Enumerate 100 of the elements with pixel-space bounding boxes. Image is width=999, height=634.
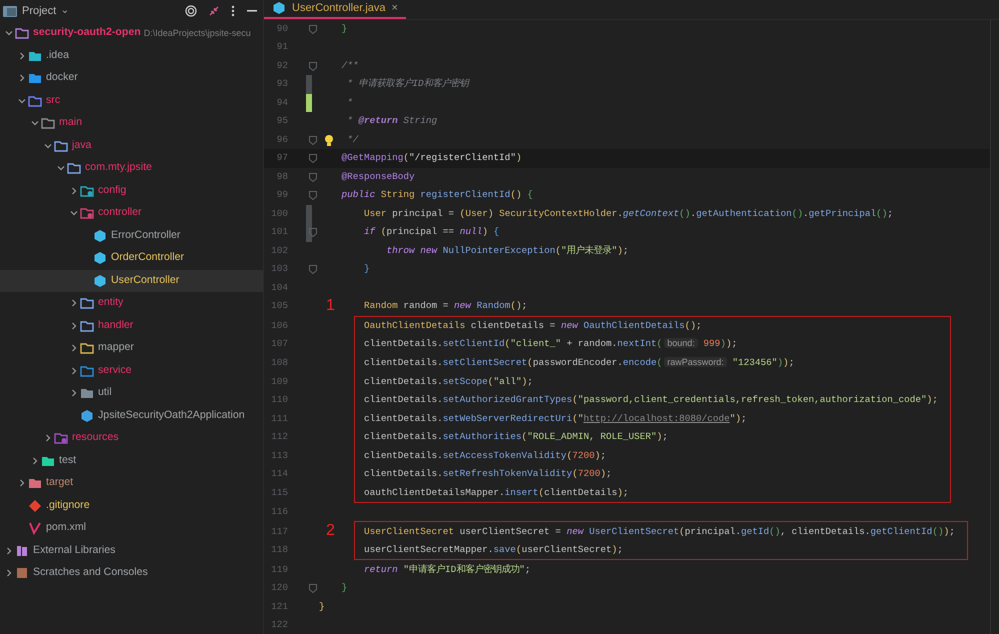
annotation-number: 2 [326, 522, 335, 540]
folder-icon [80, 341, 94, 356]
minimize-icon[interactable] [247, 9, 257, 13]
chevron-down-icon[interactable] [18, 96, 26, 105]
panel-title[interactable]: Project [22, 2, 56, 20]
fold-icon[interactable] [309, 62, 317, 71]
tree-item[interactable]: External Libraries [0, 540, 263, 562]
chevron-right-icon[interactable] [4, 546, 12, 555]
tree-item[interactable]: pom.xml [0, 517, 263, 540]
chevron-right-icon[interactable] [18, 52, 26, 60]
chevron-right-icon[interactable] [44, 434, 52, 442]
chevron-down-icon[interactable] [4, 29, 12, 38]
line-number: 91 [276, 40, 288, 54]
fold-icon[interactable] [309, 154, 317, 164]
line-number: 98 [276, 170, 288, 184]
chevron-right-icon[interactable] [70, 389, 78, 398]
fold-icon[interactable] [309, 191, 317, 200]
caret-icon[interactable]: ⌄ [60, 3, 70, 19]
code-line: throw new NullPointerException("用户未登录"); [386, 244, 629, 258]
line-number: 122 [270, 618, 288, 632]
folder-icon [80, 386, 94, 400]
folder-icon [28, 94, 42, 108]
tree-label: test [59, 452, 76, 468]
tree-label: src [46, 92, 60, 108]
code-line: * 申请获取客户ID和客户密钥 [347, 77, 469, 92]
tree-label: main [59, 115, 82, 130]
tree-label: JpsiteSecurityOath2Application [98, 408, 245, 423]
close-icon[interactable]: × [392, 0, 398, 16]
lightbulb-icon[interactable] [323, 134, 335, 147]
code-line: oauthClientDetailsMapper.insert(clientDetails); [364, 486, 628, 500]
chevron-down-icon[interactable] [44, 142, 52, 150]
line-number: 120 [270, 581, 288, 596]
fold-icon[interactable] [309, 172, 317, 182]
tree-item[interactable]: resources [0, 427, 263, 450]
tree-item[interactable]: handler [0, 314, 263, 337]
tree-item[interactable]: Scratches and Consoles [0, 562, 263, 584]
fold-icon[interactable] [309, 228, 317, 238]
cube-icon [93, 274, 107, 288]
tree-item[interactable]: src [0, 90, 263, 112]
editor-tab[interactable]: UserController.java × [264, 0, 406, 18]
chevron-right-icon[interactable] [18, 479, 26, 488]
chevron-right-icon[interactable] [30, 456, 38, 465]
line-number: 115 [270, 486, 288, 500]
chevron-right-icon[interactable] [18, 74, 26, 82]
tree-label: service [98, 362, 132, 378]
tree-item[interactable]: JpsiteSecurityOath2Application [0, 404, 263, 427]
tree-label: OrderController [111, 250, 184, 266]
tree-item[interactable]: com.mty.jpsite [0, 157, 263, 180]
tree-item[interactable]: .idea [0, 44, 263, 67]
tree-item[interactable]: util [0, 382, 263, 404]
tree-item[interactable]: target [0, 472, 263, 494]
folder-icon [80, 364, 94, 378]
tree-item[interactable]: main [0, 112, 263, 134]
fold-icon[interactable] [309, 136, 317, 145]
tree-item[interactable]: docker [0, 67, 263, 90]
chevron-down-icon[interactable] [30, 119, 38, 128]
fold-icon[interactable] [309, 24, 317, 34]
tree-label: handler [98, 318, 134, 333]
line-number: 112 [270, 430, 288, 444]
line-number: 116 [270, 505, 288, 520]
chevron-right-icon[interactable] [70, 322, 78, 330]
tree-item[interactable]: test [0, 450, 263, 472]
line-number: 95 [276, 114, 288, 128]
more-icon[interactable] [231, 5, 235, 17]
folder-icon [80, 206, 94, 220]
tree-item[interactable]: ErrorController [0, 224, 263, 247]
tree-item[interactable]: entity [0, 292, 263, 314]
chevron-down-icon[interactable] [70, 209, 78, 218]
chevron-right-icon[interactable] [4, 569, 12, 578]
chevron-right-icon[interactable] [70, 186, 78, 195]
tree-item[interactable]: security-oauth2-open D:\IdeaProjects\jpsite-secu [0, 22, 263, 44]
line-number: 100 [270, 206, 288, 221]
panel-icon [2, 4, 18, 18]
tree-label: resources [72, 430, 119, 446]
chevron-right-icon[interactable] [70, 366, 78, 375]
folder-icon [80, 296, 94, 310]
fold-icon[interactable] [309, 265, 317, 274]
target-icon[interactable] [185, 5, 197, 17]
line-number: 108 [270, 356, 288, 370]
folder-icon [80, 184, 94, 198]
tree-label: External Libraries [33, 542, 116, 558]
chevron-down-icon[interactable] [56, 164, 64, 172]
tree-item[interactable]: controller [0, 202, 263, 224]
tree-item[interactable]: .gitignore [0, 494, 263, 517]
tree-item[interactable]: service [0, 360, 263, 382]
annotation-number: 1 [326, 297, 335, 316]
tree-item[interactable]: OrderController [0, 247, 263, 270]
tree-item[interactable]: config [0, 180, 263, 202]
folder-icon [28, 71, 42, 86]
line-number: 96 [276, 132, 288, 147]
line-number: 103 [270, 262, 288, 276]
code-line: } [342, 581, 348, 596]
code-line: clientDetails.setRefreshTokenValidity(7200); [364, 467, 612, 482]
chevron-right-icon[interactable] [70, 344, 78, 352]
tree-item[interactable]: java [0, 134, 263, 157]
tree-item[interactable]: mapper [0, 337, 263, 360]
chevron-right-icon[interactable] [70, 299, 78, 308]
fold-icon[interactable] [309, 584, 317, 593]
collapse-icon[interactable] [209, 6, 219, 16]
tree-item[interactable]: UserController [0, 270, 263, 292]
